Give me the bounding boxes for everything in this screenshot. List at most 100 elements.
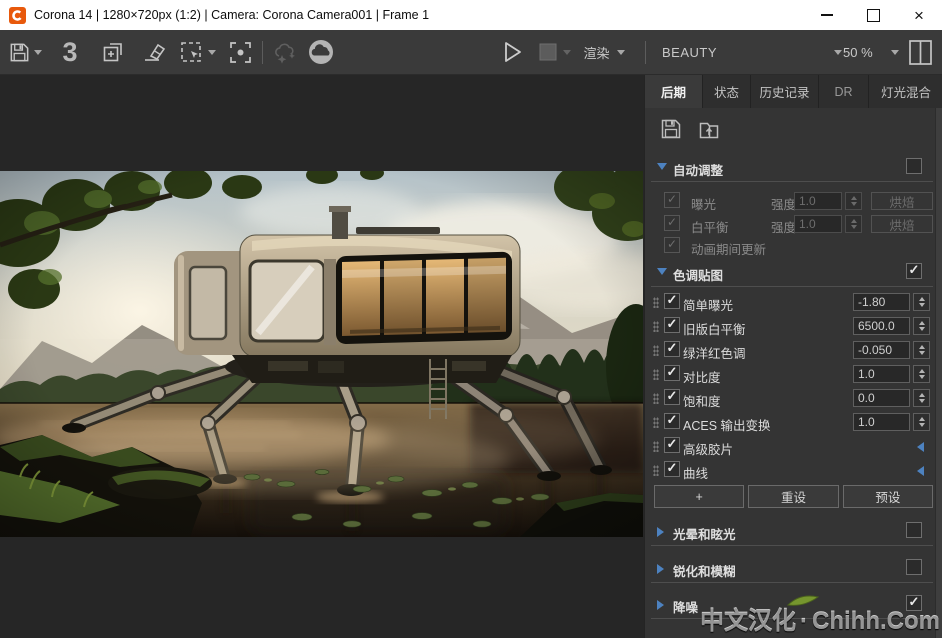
simple-exposure-checkbox[interactable] [664,293,680,309]
aces-field[interactable]: 1.0 [853,413,910,431]
drag-handle[interactable] [653,297,659,308]
contrast-spinner[interactable] [913,365,930,383]
stop-render-button[interactable] [534,30,574,74]
tab-lightmix[interactable]: 灯光混合 [869,75,942,108]
collapse-arrow-icon[interactable] [657,268,667,275]
save-image-button[interactable] [8,30,42,74]
operator-label: 简单曝光 [683,295,733,314]
tab-post[interactable]: 后期 [645,75,703,108]
drag-handle[interactable] [653,417,659,428]
chaos-cloud-button[interactable] [303,30,339,74]
green-magenta-field[interactable]: -0.050 [853,341,910,359]
aces-spinner[interactable] [913,413,930,431]
legacy-whitebalance-spinner[interactable] [913,317,930,335]
drag-handle[interactable] [653,465,659,476]
add-operator-button[interactable]: + [654,485,744,508]
minimize-button[interactable] [804,0,850,30]
tone-mapping-buttons: + 重设 预设 [654,485,933,508]
collapse-arrow-icon[interactable] [657,163,667,170]
maximize-button[interactable] [850,0,896,30]
load-config-button[interactable] [697,117,721,146]
channel-select[interactable]: BEAUTY [658,30,846,74]
drag-handle[interactable] [653,321,659,332]
drag-handle[interactable] [653,369,659,380]
tab-history[interactable]: 历史记录 [751,75,819,108]
exposure-strength-spinner[interactable] [845,192,862,210]
clear-image-button[interactable] [138,30,170,74]
window-title: Corona 14 | 1280×720px (1:2) | Camera: C… [34,8,429,22]
contrast-field[interactable]: 1.0 [853,365,910,383]
aces-checkbox[interactable] [664,413,680,429]
split-view-icon [907,38,934,67]
drag-handle[interactable] [653,393,659,404]
render-mode-label: 渲染 [583,43,609,62]
cloud-sync-button[interactable] [268,30,302,74]
exposure-strength-field[interactable]: 1.0 [794,192,842,210]
channel-value: BEAUTY [662,45,717,60]
start-render-button[interactable] [496,30,528,74]
tab-stats[interactable]: 状态 [703,75,751,108]
update-anim-label: 动画期间更新 [691,239,766,258]
simple-exposure-spinner[interactable] [913,293,930,311]
curves-checkbox[interactable] [664,461,680,477]
tab-post-label: 后期 [661,82,686,101]
expand-left-arrow-icon[interactable] [917,466,924,476]
tab-dr[interactable]: DR [819,75,869,108]
row-advanced-filmic: 高级胶片 [645,437,936,457]
reset-button[interactable]: 重设 [748,485,838,508]
denoise-checkbox[interactable] [906,595,922,611]
section-underline [651,181,933,182]
contrast-checkbox[interactable] [664,365,680,381]
section-sharpen-blur[interactable]: 锐化和模糊 [645,559,936,579]
expand-arrow-icon[interactable] [657,527,664,537]
drag-handle[interactable] [653,441,659,452]
bake-whitebalance-button[interactable]: 烘焙 [871,215,933,233]
toolbar-divider [645,41,646,64]
presets-button[interactable]: 预设 [843,485,933,508]
green-magenta-checkbox[interactable] [664,341,680,357]
saturation-field[interactable]: 0.0 [853,389,910,407]
render-mode-button[interactable]: 渲染 [580,30,628,74]
save-config-icon [659,117,683,141]
tone-mapping-checkbox[interactable] [906,263,922,279]
section-tone-mapping[interactable]: 色调贴图 [645,263,936,283]
advanced-filmic-checkbox[interactable] [664,437,680,453]
expand-arrow-icon[interactable] [657,564,664,574]
region-dropdown-arrow-icon[interactable] [208,50,216,55]
render-region-button[interactable] [176,30,218,74]
duplicate-viewport-button[interactable] [97,30,129,74]
exposure-auto-checkbox[interactable] [664,192,680,208]
drag-handle[interactable] [653,345,659,356]
section-denoise[interactable]: 降噪 [645,595,936,615]
section-bloom-glare[interactable]: 光晕和眩光 [645,522,936,542]
expand-arrow-icon[interactable] [657,600,664,610]
simple-exposure-field[interactable]: -1.80 [853,293,910,311]
green-magenta-spinner[interactable] [913,341,930,359]
bake-exposure-button[interactable]: 烘焙 [871,192,933,210]
render-focus-button[interactable] [223,30,257,74]
saturation-checkbox[interactable] [664,389,680,405]
close-button[interactable]: × [896,0,942,30]
legacy-whitebalance-field[interactable]: 6500.0 [853,317,910,335]
bloom-glare-checkbox[interactable] [906,522,922,538]
saturation-spinner[interactable] [913,389,930,407]
panel-scrollbar[interactable] [935,108,942,638]
row-exposure-auto: 曝光 强度 1.0 烘焙 [645,192,936,212]
whitebalance-strength-spinner[interactable] [845,215,862,233]
ab-compare-button[interactable] [903,30,937,74]
save-config-button[interactable] [659,117,683,146]
update-anim-checkbox[interactable] [664,237,680,253]
section-title: 色调贴图 [673,265,723,284]
auto-adjust-checkbox[interactable] [906,158,922,174]
zoom-select[interactable]: 50 % [843,30,899,74]
sharpen-blur-checkbox[interactable] [906,559,922,575]
render-viewport[interactable] [0,75,644,638]
whitebalance-strength-field[interactable]: 1.0 [794,215,842,233]
expand-left-arrow-icon[interactable] [917,442,924,452]
section-auto-adjust[interactable]: 自动调整 [645,158,936,178]
row-whitebalance-auto: 白平衡 强度 1.0 烘焙 [645,215,936,235]
history-slot-button[interactable]: 3 [55,30,85,74]
whitebalance-auto-checkbox[interactable] [664,215,680,231]
legacy-whitebalance-checkbox[interactable] [664,317,680,333]
save-dropdown-arrow-icon[interactable] [34,50,42,55]
